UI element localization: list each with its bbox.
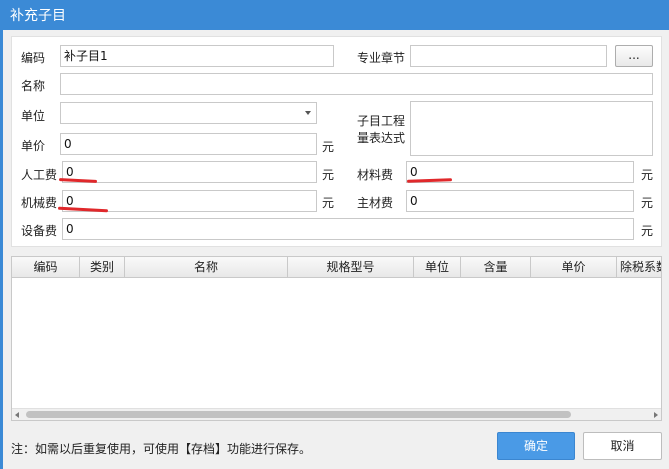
chapter-label: 专业章节	[357, 51, 406, 65]
price-unit: 元	[322, 140, 335, 154]
machine-label: 机械费	[21, 196, 58, 210]
resource-grid[interactable]: 编码 类别 名称 规格型号 单位 含量 单价 除税系数	[11, 256, 662, 421]
equipment-input[interactable]: 0	[62, 218, 634, 240]
labor-input[interactable]: 0	[62, 161, 317, 183]
dialog-body: 编码 补子目1 专业章节 ... 名称 单位 子目工程 量表达式 单价 0 元 …	[3, 30, 669, 469]
column-header[interactable]: 规格型号	[288, 257, 414, 277]
price-input[interactable]: 0	[60, 133, 317, 155]
labor-label: 人工费	[21, 168, 58, 182]
quantity-expr-textarea[interactable]	[410, 101, 653, 156]
chevron-down-icon	[305, 111, 311, 115]
quantity-expr-label-line2: 量表达式	[357, 131, 406, 145]
price-label: 单价	[21, 139, 46, 153]
main-material-input[interactable]: 0	[406, 190, 634, 212]
column-header[interactable]: 类别	[80, 257, 125, 277]
column-header[interactable]: 单位	[414, 257, 461, 277]
quantity-expr-label-line1: 子目工程	[357, 114, 406, 128]
column-header[interactable]: 名称	[125, 257, 288, 277]
horizontal-scrollbar[interactable]	[12, 408, 661, 420]
grid-header: 编码 类别 名称 规格型号 单位 含量 单价 除税系数	[12, 257, 661, 278]
scroll-left-icon[interactable]	[15, 412, 19, 418]
chapter-input[interactable]	[410, 45, 607, 67]
window-title: 补充子目	[10, 8, 66, 24]
code-label: 编码	[21, 51, 46, 65]
unit-label: 单位	[21, 109, 46, 123]
equipment-label: 设备费	[21, 224, 58, 238]
column-header[interactable]: 除税系数	[617, 257, 661, 277]
scrollbar-thumb[interactable]	[26, 411, 571, 418]
name-label: 名称	[21, 79, 46, 93]
ok-button[interactable]: 确定	[497, 432, 575, 460]
column-header[interactable]: 单价	[531, 257, 617, 277]
column-header[interactable]: 编码	[12, 257, 80, 277]
scroll-right-icon[interactable]	[654, 412, 658, 418]
code-input[interactable]: 补子目1	[60, 45, 334, 67]
unit-select[interactable]	[60, 102, 317, 124]
material-unit: 元	[641, 168, 654, 182]
chapter-browse-button[interactable]: ...	[615, 45, 653, 67]
item-form-panel: 编码 补子目1 专业章节 ... 名称 单位 子目工程 量表达式 单价 0 元 …	[11, 36, 662, 247]
main-material-label: 主材费	[357, 196, 394, 210]
cancel-button[interactable]: 取消	[583, 432, 662, 460]
machine-unit: 元	[322, 196, 335, 210]
title-bar: 补充子目	[0, 0, 669, 30]
equipment-unit: 元	[641, 224, 654, 238]
name-input[interactable]	[60, 73, 653, 95]
labor-unit: 元	[322, 168, 335, 182]
save-hint-note: 注：如需以后重复使用，可使用【存档】功能进行保存。	[11, 442, 312, 456]
column-header[interactable]: 含量	[461, 257, 531, 277]
main-material-unit: 元	[641, 196, 654, 210]
material-label: 材料费	[357, 168, 394, 182]
